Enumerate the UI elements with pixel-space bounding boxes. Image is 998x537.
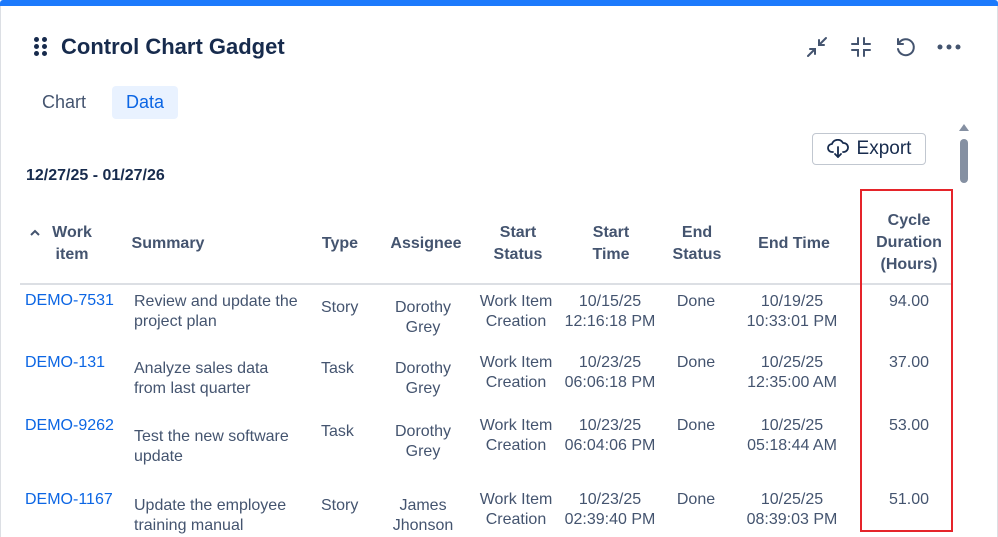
sort-ascending-icon[interactable] [28, 222, 42, 244]
work-item-link[interactable]: DEMO-9262 [25, 416, 114, 436]
refresh-icon[interactable] [890, 34, 920, 60]
header-line: Start [499, 224, 537, 241]
end-time-cell: 10/25/25 05:18:44 AM [747, 417, 837, 454]
end-status-cell: Done [676, 491, 716, 508]
column-header-start-time[interactable]: Start Time [571, 222, 651, 266]
end-status-cell: Done [676, 354, 716, 371]
tab-chart[interactable]: Chart [28, 86, 100, 119]
scroll-up-arrow-icon[interactable] [959, 124, 969, 131]
summary-cell: Review and update the project plan [134, 293, 298, 330]
start-time-cell: 10/23/25 02:39:40 PM [564, 491, 656, 528]
shrink-icon[interactable] [846, 34, 876, 60]
start-status-cell: Work Item Creation [479, 293, 553, 330]
column-header-work-item[interactable]: Work item [44, 222, 100, 266]
header-line: Work [52, 224, 92, 241]
end-time-cell: 10/19/25 10:33:01 PM [746, 293, 838, 330]
type-cell: Story [321, 497, 359, 514]
column-header-summary[interactable]: Summary [120, 233, 216, 255]
type-cell: Story [321, 299, 359, 316]
summary-cell: Update the employee training manual [134, 497, 287, 534]
assignee-cell: Dorothy Grey [394, 360, 452, 397]
export-label: Export [856, 138, 912, 159]
assignee-cell: Dorothy Grey [394, 423, 452, 460]
header-line: item [55, 246, 89, 263]
assignee-cell: Dorothy Grey [394, 299, 452, 336]
collapse-icon[interactable] [802, 34, 832, 60]
gadget-header: Control Chart Gadget [34, 32, 285, 62]
start-time-cell: 10/23/25 06:04:06 PM [564, 417, 656, 454]
end-time-cell: 10/25/25 12:35:00 AM [747, 354, 837, 391]
end-status-cell: Done [676, 293, 716, 310]
export-button[interactable]: Export [812, 133, 926, 165]
work-item-link[interactable]: DEMO-131 [25, 353, 105, 373]
work-item-link[interactable]: DEMO-1167 [25, 490, 113, 510]
tab-data[interactable]: Data [112, 86, 179, 119]
summary-cell: Test the new software update [134, 428, 289, 465]
end-time-cell: 10/25/25 08:39:03 PM [746, 491, 838, 528]
gadget-actions [802, 34, 964, 60]
header-line: Status [672, 246, 722, 263]
more-icon[interactable] [934, 34, 964, 60]
view-tabs: Chart Data [28, 86, 179, 119]
start-time-cell: 10/15/25 12:16:18 PM [564, 293, 656, 330]
gadget-title: Control Chart Gadget [61, 34, 285, 59]
summary-cell: Analyze sales data from last quarter [134, 360, 269, 397]
work-item-link[interactable]: DEMO-7531 [25, 291, 114, 311]
column-header-start-status[interactable]: Start Status [478, 222, 558, 266]
assignee-cell: James Jhonson [392, 497, 454, 534]
column-header-end-time[interactable]: End Time [744, 233, 844, 255]
column-header-assignee[interactable]: Assignee [384, 233, 468, 255]
header-line: Status [493, 246, 543, 263]
end-status-cell: Done [676, 417, 716, 434]
drag-handle-icon[interactable] [34, 37, 48, 57]
start-time-cell: 10/23/25 06:06:18 PM [564, 354, 656, 391]
cycle-duration-highlight-box [860, 189, 953, 532]
type-cell: Task [321, 360, 354, 377]
start-status-cell: Work Item Creation [479, 417, 553, 454]
header-line: Start [592, 224, 630, 241]
header-divider [20, 283, 953, 285]
vertical-scrollbar[interactable] [956, 120, 972, 537]
header-line: Time [592, 246, 630, 263]
scrollbar-thumb[interactable] [960, 139, 968, 183]
cloud-download-icon [826, 139, 849, 158]
column-header-type[interactable]: Type [310, 233, 370, 255]
date-range: 12/27/25 - 01/27/26 [26, 167, 165, 184]
column-header-end-status[interactable]: End Status [660, 222, 734, 266]
start-status-cell: Work Item Creation [479, 491, 553, 528]
start-status-cell: Work Item Creation [479, 354, 553, 391]
type-cell: Task [321, 423, 354, 440]
header-line: End [681, 224, 713, 241]
